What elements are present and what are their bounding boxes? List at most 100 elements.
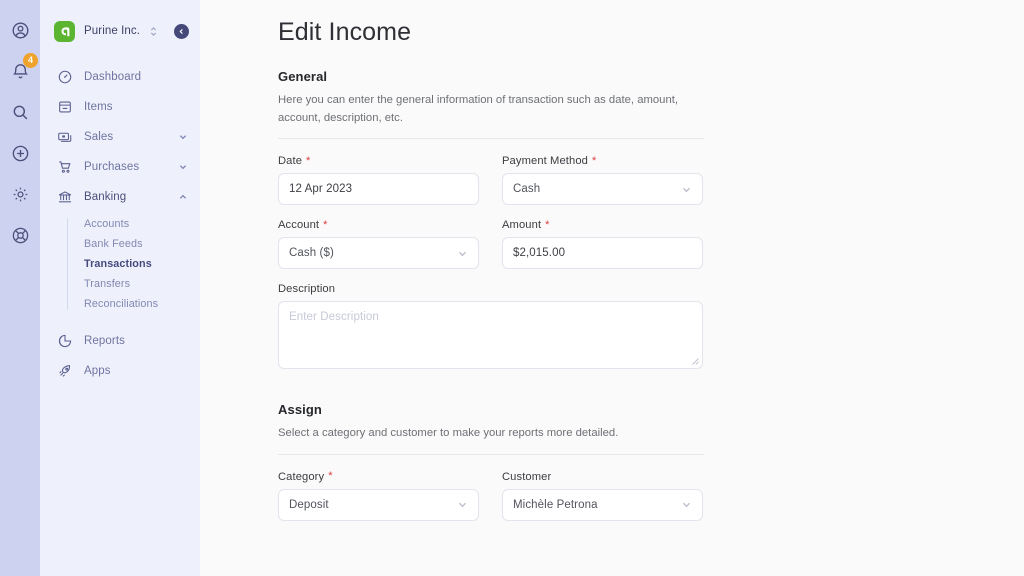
field-account: Account * Cash ($) [278,219,479,269]
sidebar-item-reports[interactable]: Reports [40,326,200,356]
sidebar-item-apps[interactable]: Apps [40,356,200,386]
form-row-1: Date * 12 Apr 2023 Payment Method * Cash [278,155,1024,205]
account-icon[interactable] [8,18,32,42]
section-divider [278,453,704,455]
category-select[interactable]: Deposit [278,488,479,521]
form-row-4: Category * Deposit Customer Michèle Petr… [278,471,1024,521]
chevron-down-icon[interactable] [178,132,188,142]
company-logo-icon [54,20,75,42]
page-title: Edit Income [278,18,412,46]
notifications-icon[interactable]: 4 [8,53,38,83]
settings-icon[interactable] [8,182,32,206]
search-icon[interactable] [8,100,32,124]
sales-icon [56,129,73,146]
field-description: Description Enter Description [278,283,703,369]
brand-company-switcher[interactable]: Purine Inc. [40,16,200,46]
form-row-3: Description Enter Description [278,283,1024,369]
label-text: Description [278,283,336,295]
description-textarea[interactable]: Enter Description [278,301,703,369]
sidebar-item-purchases[interactable]: Purchases [40,152,200,182]
chevron-up-icon[interactable] [178,192,188,202]
help-icon[interactable] [8,223,32,247]
collapse-sidebar-button[interactable] [174,23,190,39]
purchases-icon [56,159,73,176]
required-marker: * [545,218,550,231]
sidebar-label: Banking [84,191,127,203]
company-name: Purine Inc. [84,25,141,37]
label-text: Customer [502,470,552,483]
sidebar-label: Purchases [84,161,140,173]
field-label-description: Description [278,283,703,295]
field-label-date: Date * [278,155,479,167]
submenu-label: Transfers [84,278,131,290]
sidebar-label: Dashboard [84,71,142,83]
reports-icon [56,333,73,350]
apps-icon [56,363,73,380]
field-payment-method: Payment Method * Cash [502,155,703,205]
notification-badge: 4 [23,53,38,68]
sidebar-item-items[interactable]: Items [40,92,200,122]
submenu-label: Accounts [84,218,130,230]
amount-value: $2,015.00 [513,247,566,259]
label-text: Amount [502,219,542,231]
section-heading-general: General [278,69,328,84]
banking-icon [56,189,73,206]
label-text: Payment Method [502,155,588,167]
icon-rail: 4 [0,0,40,576]
sidebar-item-banking[interactable]: Banking [40,182,200,212]
resize-handle-icon[interactable] [691,357,699,365]
dashboard-icon [56,69,73,86]
section-heading-assign: Assign [278,402,322,417]
add-icon[interactable] [8,141,32,165]
submenu-label: Bank Feeds [84,238,143,250]
sidebar-label: Reports [84,335,125,347]
required-marker: * [328,470,333,482]
submenu-label: Reconciliations [84,298,159,310]
chevron-down-icon [681,499,692,510]
category-value: Deposit [289,498,329,511]
chevron-down-icon [457,499,468,510]
field-label-payment-method: Payment Method * [502,155,703,167]
sidebar-label: Sales [84,131,114,143]
submenu-item-accounts[interactable]: Accounts [84,214,200,234]
field-date: Date * 12 Apr 2023 [278,155,479,205]
customer-select[interactable]: Michèle Petrona [502,488,703,521]
account-value: Cash ($) [289,247,334,259]
company-switch-icon[interactable] [149,25,158,38]
description-placeholder: Enter Description [289,311,379,323]
chevron-down-icon [457,248,468,259]
chevron-down-icon [681,184,692,195]
sidebar-label: Items [84,101,113,113]
submenu-label: Transactions [84,258,152,270]
section-description-assign: Select a category and customer to make y… [278,427,619,439]
field-label-amount: Amount * [502,219,703,231]
required-marker: * [323,218,328,231]
date-input[interactable]: 12 Apr 2023 [278,173,479,205]
banking-submenu: Accounts Bank Feeds Transactions Transfe… [40,214,200,314]
label-text: Category [278,470,325,483]
section-divider [278,138,704,139]
label-text: Date [278,155,303,167]
submenu-item-transfers[interactable]: Transfers [84,274,200,294]
general-section: General Here you can enter the general i… [278,69,1024,369]
assign-section: Assign Select a category and customer to… [278,402,1024,521]
amount-input[interactable]: $2,015.00 [502,237,703,269]
sidebar-item-dashboard[interactable]: Dashboard [40,62,200,92]
sidebar-item-sales[interactable]: Sales [40,122,200,152]
main-content: Edit Income General Here you can enter t… [200,0,1024,576]
account-select[interactable]: Cash ($) [278,237,479,269]
payment-method-select[interactable]: Cash [502,173,703,205]
section-description-general: Here you can enter the general informati… [278,94,679,124]
sidebar: Purine Inc. Dashboard Items Sales Purcha… [40,0,200,576]
field-label-account: Account * [278,219,479,231]
chevron-down-icon[interactable] [178,162,188,172]
label-text: Account [278,219,320,231]
payment-method-value: Cash [513,183,541,195]
submenu-item-bank-feeds[interactable]: Bank Feeds [84,234,200,254]
submenu-item-transactions[interactable]: Transactions [84,254,200,274]
submenu-item-reconciliations[interactable]: Reconciliations [84,294,200,314]
customer-value: Michèle Petrona [513,498,598,511]
field-label-customer: Customer [502,471,703,483]
field-label-category: Category * [278,471,479,483]
